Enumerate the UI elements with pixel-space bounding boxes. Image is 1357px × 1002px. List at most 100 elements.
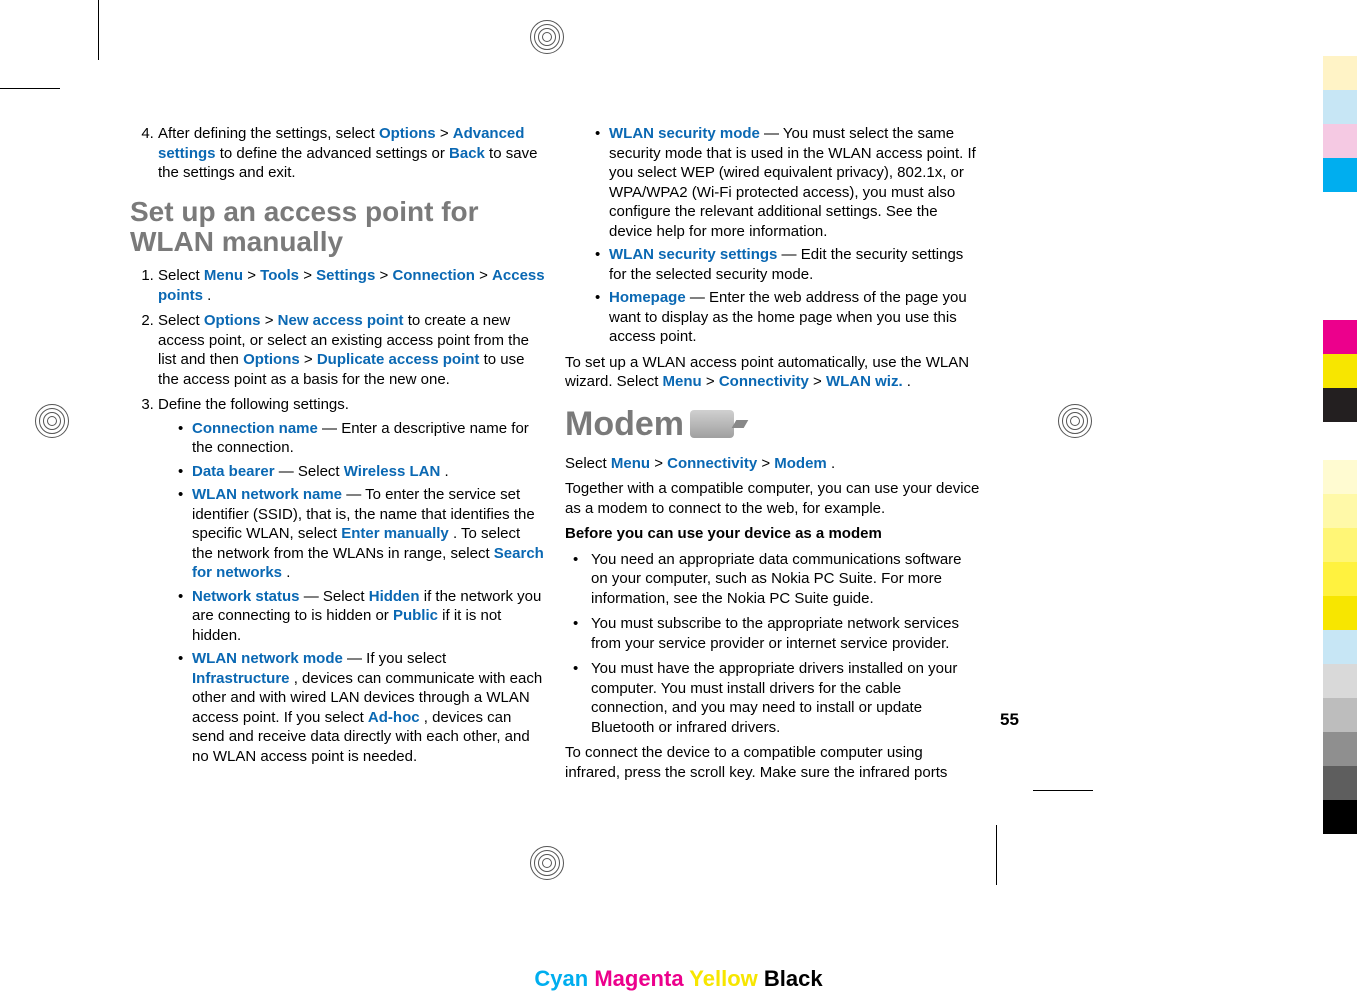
list-item: After defining the settings, select Opti… xyxy=(158,124,545,183)
text: > xyxy=(813,373,826,390)
ui-term: Ad-hoc xyxy=(368,709,420,726)
right-column: WLAN security mode — You must select the… xyxy=(565,120,980,788)
paragraph: To set up a WLAN access point automatica… xyxy=(565,353,980,392)
ui-term: Connection name xyxy=(192,420,318,437)
ui-term: WLAN network mode xyxy=(192,650,343,667)
list-item: Network status — Select Hidden if the ne… xyxy=(178,587,545,646)
text: Define the following settings. xyxy=(158,396,349,413)
registration-mark-bottom xyxy=(530,846,562,878)
text: — If you select xyxy=(347,650,446,667)
page-content: After defining the settings, select Opti… xyxy=(130,120,980,788)
yellow-label: Yellow xyxy=(689,966,757,991)
ui-term: Back xyxy=(449,145,485,162)
ui-term: Options xyxy=(243,351,300,368)
list-item: Data bearer — Select Wireless LAN . xyxy=(178,462,545,482)
text: > xyxy=(440,125,453,142)
crop-mark xyxy=(996,825,997,885)
text: > xyxy=(265,312,278,329)
list-item: Select Menu > Tools > Settings > Connect… xyxy=(158,266,545,305)
ui-term: WLAN network name xyxy=(192,486,342,503)
subheading: Before you can use your device as a mode… xyxy=(565,524,980,544)
modem-icon xyxy=(690,410,734,438)
ui-term: Options xyxy=(379,125,436,142)
ui-term: New access point xyxy=(278,312,404,329)
text: > xyxy=(706,373,719,390)
color-bar xyxy=(1323,460,1357,834)
ui-term: Connectivity xyxy=(719,373,809,390)
heading-text: Modem xyxy=(565,402,684,446)
text: > xyxy=(761,455,774,472)
list-item: WLAN network name — To enter the service… xyxy=(178,485,545,583)
section-heading: Set up an access point for WLAN manually xyxy=(130,197,545,259)
text: . xyxy=(286,564,290,581)
text: — You must select the same security mode… xyxy=(609,125,976,240)
left-column: After defining the settings, select Opti… xyxy=(130,120,545,788)
black-label: Black xyxy=(764,966,823,991)
ui-term: WLAN security settings xyxy=(609,246,777,263)
cmyk-label: Cyan Magenta Yellow Black xyxy=(534,966,822,992)
text: . xyxy=(207,287,211,304)
ui-term: Menu xyxy=(611,455,650,472)
text: Select xyxy=(158,312,204,329)
paragraph: Select Menu > Connectivity > Modem . xyxy=(565,454,980,474)
text: . xyxy=(444,463,448,480)
list-item: Select Options > New access point to cre… xyxy=(158,311,545,389)
text: > xyxy=(479,267,492,284)
crop-mark xyxy=(1033,790,1093,791)
text: > xyxy=(304,351,317,368)
ui-term: WLAN security mode xyxy=(609,125,760,142)
list-item: WLAN network mode — If you select Infras… xyxy=(178,649,545,766)
text: . xyxy=(907,373,911,390)
list-item: You need an appropriate data communicati… xyxy=(573,550,980,609)
ui-term: Data bearer xyxy=(192,463,275,480)
ui-term: Options xyxy=(204,312,261,329)
registration-mark-top xyxy=(530,20,562,52)
crop-mark xyxy=(0,88,60,89)
text: — Select xyxy=(279,463,344,480)
paragraph: Together with a compatible computer, you… xyxy=(565,479,980,518)
list-item: You must subscribe to the appropriate ne… xyxy=(573,614,980,653)
paragraph: To connect the device to a compatible co… xyxy=(565,743,980,782)
text: Select xyxy=(565,455,611,472)
section-heading-modem: Modem xyxy=(565,402,980,446)
page-number: 55 xyxy=(1000,710,1019,730)
ui-term: WLAN wiz. xyxy=(826,373,903,390)
text: > xyxy=(303,267,316,284)
text: > xyxy=(380,267,393,284)
ui-term: Connectivity xyxy=(667,455,757,472)
ui-term: Wireless LAN xyxy=(344,463,441,480)
ui-term: Settings xyxy=(316,267,375,284)
list-item: WLAN security settings — Edit the securi… xyxy=(595,245,980,284)
list-item: Connection name — Enter a descriptive na… xyxy=(178,419,545,458)
text: . xyxy=(831,455,835,472)
text: Select xyxy=(158,267,204,284)
ui-term: Modem xyxy=(774,455,827,472)
ui-term: Menu xyxy=(663,373,702,390)
ui-term: Hidden xyxy=(369,588,420,605)
ui-term: Infrastructure xyxy=(192,670,290,687)
text: > xyxy=(654,455,667,472)
cyan-label: Cyan xyxy=(534,966,588,991)
ui-term: Menu xyxy=(204,267,243,284)
ui-term: Connection xyxy=(392,267,475,284)
ui-term: Homepage xyxy=(609,289,686,306)
ui-term: Enter manually xyxy=(341,525,449,542)
text: — Select xyxy=(304,588,369,605)
magenta-label: Magenta xyxy=(594,966,683,991)
list-item: Define the following settings. Connectio… xyxy=(158,395,545,766)
text: > xyxy=(247,267,260,284)
text: to define the advanced settings or xyxy=(220,145,449,162)
ui-term: Public xyxy=(393,607,438,624)
color-bar xyxy=(1323,56,1357,192)
ui-term: Network status xyxy=(192,588,300,605)
registration-mark-right xyxy=(1058,404,1090,436)
list-item: You must have the appropriate drivers in… xyxy=(573,659,980,737)
ui-term: Duplicate access point xyxy=(317,351,480,368)
ui-term: Tools xyxy=(260,267,299,284)
registration-mark-left xyxy=(35,404,67,436)
crop-mark xyxy=(98,0,99,60)
list-item: WLAN security mode — You must select the… xyxy=(595,124,980,241)
list-item: Homepage — Enter the web address of the … xyxy=(595,288,980,347)
color-bar xyxy=(1323,320,1357,422)
text: After defining the settings, select xyxy=(158,125,379,142)
